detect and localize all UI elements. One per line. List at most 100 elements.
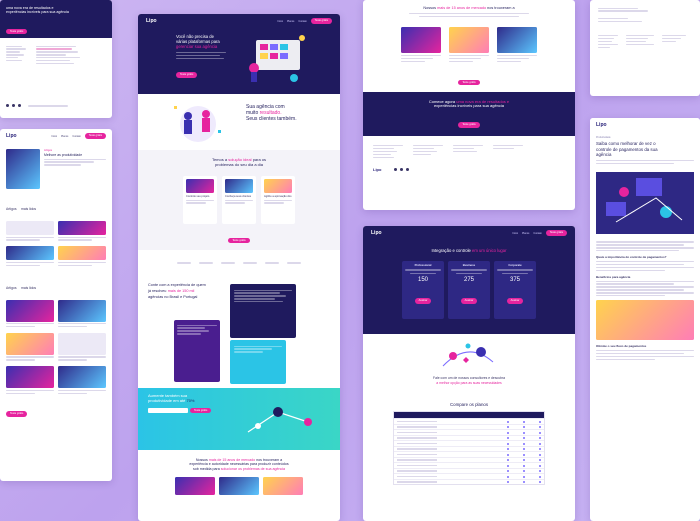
- page-preview-footer-right: [590, 0, 700, 96]
- market-image-3: [263, 476, 303, 495]
- nav-item-home[interactable]: Início: [277, 20, 283, 23]
- facebook-icon[interactable]: [394, 168, 398, 172]
- blog-navbar: Lipo Início Planos Contato Teste grátis: [0, 129, 112, 143]
- feature-card-project[interactable]: Controle seu projeto: [183, 175, 217, 224]
- compare-table: [393, 411, 545, 486]
- page-preview-article: Lipo Produtividade Saiba como melhorar d…: [590, 118, 700, 521]
- page-preview-home-left: uma nova era de resultados e experiência…: [0, 0, 112, 118]
- consultant-heading: Fale com um de nossos consultores e desc…: [433, 376, 505, 385]
- plan-card-professional[interactable]: Professional 150 Assinar: [402, 261, 444, 320]
- nav-item-contact[interactable]: Contato: [533, 232, 541, 235]
- article-body: Quais a importância do controle de pagam…: [590, 236, 700, 366]
- article-card[interactable]: [6, 221, 54, 242]
- article-category: Produtividade: [596, 136, 611, 139]
- hero-illustration: [249, 35, 305, 82]
- solution-heading: Temos a solução ideal para os problemas …: [211, 157, 267, 167]
- hero-banner: uma nova era de resultados e experiência…: [0, 0, 112, 38]
- results-section: Sua agência com muito resultado. Seus cl…: [138, 94, 340, 150]
- footer-columns: [590, 30, 700, 54]
- featured-article[interactable]: Artigos Melhore as produtividade: [0, 143, 112, 195]
- email-input[interactable]: [148, 407, 188, 413]
- logo[interactable]: Lipo: [6, 133, 17, 139]
- article-inline-image: [596, 300, 694, 341]
- feature-card-approval[interactable]: Agilize a aprovação dos: [261, 175, 295, 224]
- market-section: Nossos mais de 15 anos de mercado nos tr…: [138, 450, 340, 520]
- experience-heading: Conte com a experiência de quem já resol…: [148, 283, 206, 299]
- article-card[interactable]: [6, 366, 54, 395]
- instagram-icon[interactable]: [12, 104, 15, 108]
- nav-trial-button[interactable]: Teste grátis: [310, 18, 332, 24]
- instagram-icon[interactable]: [400, 168, 404, 172]
- article-card[interactable]: [58, 332, 106, 362]
- plan-subscribe-button[interactable]: Assinar: [460, 298, 478, 304]
- feature-card-clients[interactable]: Conheça seus clientes: [222, 175, 256, 224]
- plan-subscribe-button[interactable]: Assinar: [414, 298, 432, 304]
- compare-table-row: [394, 478, 544, 485]
- compare-heading: Compare os planos: [449, 402, 489, 407]
- nav-item-home[interactable]: Início: [512, 232, 518, 235]
- article-subheading-2: Benefícios para agência: [596, 275, 631, 280]
- article-subheading-1: Quais a importância do controle de pagam…: [596, 255, 667, 260]
- testimonial-card-purple: [174, 320, 220, 382]
- solution-trial-button[interactable]: Teste grátis: [228, 237, 250, 244]
- article-card[interactable]: [58, 299, 106, 329]
- nav-item-contact[interactable]: Contato: [298, 20, 306, 23]
- nav-item-plans[interactable]: Planos: [522, 232, 529, 235]
- article-subheading-3: Otimize o seu fluxo de pagamentos: [596, 344, 647, 349]
- feature-cards: Controle seu projeto Conheça seus client…: [144, 175, 334, 224]
- market-image-2: [219, 476, 259, 495]
- pricing-hero: Lipo Início Planos Contato Teste grátis …: [363, 226, 575, 334]
- logo[interactable]: Lipo: [596, 122, 607, 128]
- market-image-1: [175, 476, 215, 495]
- nav-item-contact[interactable]: Contato: [72, 135, 80, 138]
- landing-hero: Lipo Início Planos Contato Teste grátis …: [138, 14, 340, 94]
- consultant-illustration: [442, 343, 494, 367]
- featured-article-title: Melhore as produtividade: [44, 152, 83, 157]
- results-illustration: [174, 106, 221, 142]
- nav-trial-button[interactable]: Teste grátis: [84, 133, 106, 139]
- cta-banner-button[interactable]: Teste grátis: [458, 122, 480, 128]
- article-card[interactable]: [6, 299, 54, 329]
- about-trial-button[interactable]: Teste grátis: [458, 79, 480, 86]
- consultant-section: Fale com um de nossos consultores e desc…: [363, 334, 575, 398]
- linkedin-icon[interactable]: [406, 168, 410, 172]
- article-card[interactable]: [58, 366, 106, 395]
- nav-trial-button[interactable]: Teste grátis: [545, 230, 567, 236]
- testimonial-card-navy: [230, 284, 296, 338]
- plan-cards: Professional 150 Assinar Business 275 As…: [371, 261, 567, 320]
- logo[interactable]: Lipo: [371, 230, 382, 236]
- plan-card-business[interactable]: Business 275 Assinar: [448, 261, 490, 320]
- article-card[interactable]: [58, 246, 106, 267]
- experience-section: Conte com a experiência de quem já resol…: [138, 276, 340, 388]
- productivity-section: Aumente também sua produtividade em até 7…: [138, 388, 340, 450]
- footer-columns: [0, 38, 112, 72]
- article-card[interactable]: [58, 221, 106, 242]
- nav-item-plans[interactable]: Planos: [61, 135, 68, 138]
- page-preview-pricing: Lipo Início Planos Contato Teste grátis …: [363, 226, 575, 521]
- load-more-button[interactable]: Teste grátis: [6, 411, 28, 418]
- trial-button[interactable]: Teste grátis: [6, 28, 28, 35]
- page-preview-blog: Lipo Início Planos Contato Teste grátis …: [0, 129, 112, 481]
- plan-subscribe-button[interactable]: Assinar: [506, 298, 524, 304]
- nav-item-home[interactable]: Início: [51, 135, 57, 138]
- facebook-icon[interactable]: [6, 104, 9, 108]
- value-cards: [363, 25, 575, 65]
- cta-banner: Comece agora uma nova era de resultados …: [363, 91, 575, 136]
- linkedin-icon[interactable]: [18, 104, 21, 108]
- hero-text: Você não precisa de várias plataformas pa…: [176, 34, 236, 80]
- nav-item-plans[interactable]: Planos: [287, 20, 294, 23]
- hero-heading: uma nova era de resultados e experiência…: [6, 6, 69, 15]
- about-footer-bottom: Lipo: [363, 167, 575, 172]
- logo[interactable]: Lipo: [373, 167, 381, 172]
- article-card[interactable]: [6, 246, 54, 267]
- testimonial-card-cyan: [230, 340, 286, 384]
- social-row: [6, 104, 68, 108]
- hero-trial-button[interactable]: Teste grátis: [176, 72, 198, 78]
- solution-section: Temos a solução ideal para os problemas …: [138, 150, 340, 250]
- articles-grid: [0, 217, 112, 272]
- signup-button[interactable]: Teste grátis: [190, 407, 212, 414]
- cta-banner-heading: Comece agora uma nova era de resultados …: [428, 98, 510, 109]
- article-card[interactable]: [6, 332, 54, 362]
- plan-card-corporate[interactable]: Corporate 375 Assinar: [494, 261, 536, 320]
- logo[interactable]: Lipo: [146, 18, 157, 24]
